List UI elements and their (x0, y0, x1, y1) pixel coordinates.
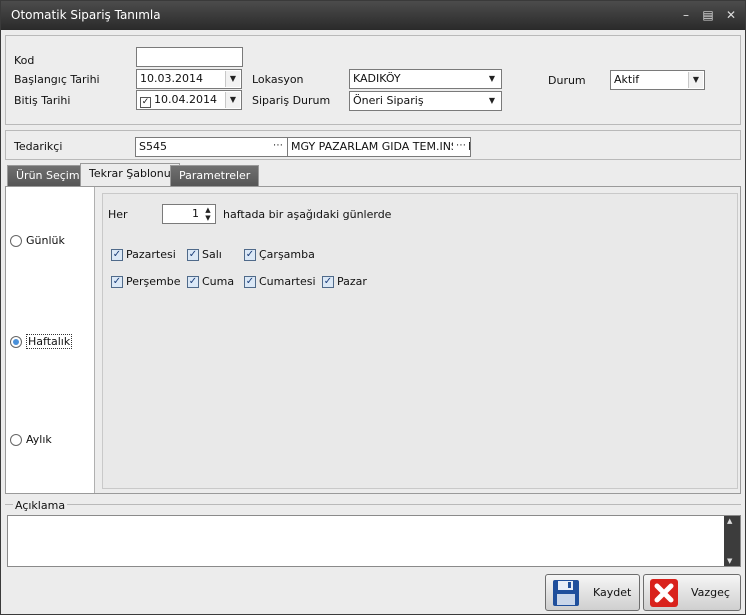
minimize-icon[interactable]: – (678, 7, 694, 23)
order-status-label: Sipariş Durum (252, 94, 331, 107)
status-value: Aktif (614, 73, 640, 86)
window-title: Otomatik Sipariş Tanımla (11, 8, 161, 22)
day-label: Pazar (337, 275, 367, 288)
start-date-value: 10.03.2014 (140, 72, 203, 85)
radio-daily[interactable]: Günlük (10, 234, 65, 247)
every-label: Her (108, 208, 128, 221)
radio-daily-label: Günlük (26, 234, 65, 247)
day-wednesday[interactable]: ✓ Çarşamba (244, 248, 315, 261)
checkbox-checked-icon[interactable]: ✓ (111, 275, 123, 288)
order-status-select[interactable]: Öneri Sipariş ▼ (349, 91, 502, 111)
chevron-down-icon[interactable]: ▼ (225, 71, 240, 87)
day-label: Cumartesi (259, 275, 316, 288)
day-friday[interactable]: ✓ Cuma (187, 275, 234, 288)
interval-spinner[interactable]: 1 ▲ ▼ (162, 204, 216, 224)
close-icon[interactable]: ✕ (723, 7, 739, 23)
radio-monthly[interactable]: Aylık (10, 433, 52, 446)
title-bar[interactable]: Otomatik Sipariş Tanımla – ▤ ✕ (1, 1, 745, 30)
tab-urun-secimi[interactable]: Ürün Seçimi (7, 165, 92, 186)
status-label: Durum (548, 74, 586, 87)
ellipsis-icon[interactable]: ⋯ (453, 139, 469, 155)
day-thursday[interactable]: ✓ Perşembe (111, 275, 181, 288)
weekly-settings: Her 1 ▲ ▼ haftada bir aşağıdaki günlerde … (102, 193, 738, 489)
location-select[interactable]: KADIKÖY ▼ (349, 69, 502, 89)
checkbox-checked-icon[interactable]: ✓ (322, 275, 334, 288)
location-label: Lokasyon (252, 73, 304, 86)
checkbox-checked-icon[interactable]: ✓ (244, 248, 256, 261)
chevron-down-icon[interactable]: ▼ (225, 92, 240, 108)
day-saturday[interactable]: ✓ Cumartesi (244, 275, 316, 288)
ellipsis-icon[interactable]: ⋯ (270, 139, 286, 155)
frequency-panel: Günlük Haftalık Aylık (6, 187, 95, 493)
supplier-label: Tedarikçi (14, 140, 63, 153)
day-label: Cuma (202, 275, 235, 288)
end-date-value: 10.04.2014 (154, 93, 217, 106)
radio-weekly[interactable]: Haftalık (10, 334, 73, 349)
day-label: Salı (202, 248, 222, 261)
start-date-input[interactable]: 10.03.2014 ▼ (136, 69, 242, 89)
radio-circle[interactable] (10, 433, 22, 446)
day-label: Pazartesi (126, 248, 176, 261)
kod-label: Kod (14, 54, 35, 67)
window: Otomatik Sipariş Tanımla – ▤ ✕ Kod Başla… (0, 0, 746, 615)
supplier-code-value: S545 (139, 140, 167, 153)
scrollbar[interactable]: ▲ ▼ (724, 516, 740, 566)
status-select[interactable]: Aktif ▼ (610, 70, 705, 90)
radio-monthly-label: Aylık (26, 433, 52, 446)
tab-content: Günlük Haftalık Aylık Her 1 ▲ ▼ haftada b… (5, 186, 741, 494)
description-textarea[interactable] (7, 515, 741, 567)
day-monday[interactable]: ✓ Pazartesi (111, 248, 176, 261)
red-x-icon (650, 578, 678, 607)
supplier-name-input[interactable]: MGY PAZARLAM GIDA TEM.INS.LT ⋯ (287, 137, 471, 157)
checkbox-checked-icon[interactable]: ✓ (111, 248, 123, 261)
header-panel: Kod Başlangıç Tarihi 10.03.2014 ▼ Bitiş … (5, 35, 741, 125)
end-date-input[interactable]: ✓ 10.04.2014 ▼ (136, 90, 242, 110)
radio-weekly-label: Haftalık (26, 334, 73, 349)
day-sunday[interactable]: ✓ Pazar (322, 275, 367, 288)
interval-value: 1 (192, 207, 199, 220)
end-date-label: Bitiş Tarihi (14, 94, 71, 107)
radio-circle[interactable] (10, 234, 22, 247)
supplier-name-value: MGY PAZARLAM GIDA TEM.INS.LT (291, 140, 471, 153)
day-tuesday[interactable]: ✓ Salı (187, 248, 222, 261)
scroll-down-icon[interactable]: ▼ (727, 557, 732, 565)
end-date-checkbox[interactable]: ✓ (140, 97, 151, 108)
interval-suffix: haftada bir aşağıdaki günlerde (223, 208, 392, 221)
day-label: Perşembe (126, 275, 181, 288)
kod-input[interactable] (136, 47, 243, 67)
supplier-panel: Tedarikçi S545 ⋯ MGY PAZARLAM GIDA TEM.I… (5, 130, 741, 160)
start-date-label: Başlangıç Tarihi (14, 73, 100, 86)
floppy-disk-icon (553, 579, 579, 606)
maximize-icon[interactable]: ▤ (700, 7, 716, 23)
description-label: Açıklama (13, 499, 68, 512)
chevron-down-icon[interactable]: ▼ (484, 93, 500, 109)
checkbox-checked-icon[interactable]: ✓ (244, 275, 256, 288)
tab-parametreler[interactable]: Parametreler (170, 165, 260, 186)
checkbox-checked-icon[interactable]: ✓ (187, 275, 199, 288)
cancel-button[interactable]: Vazgeç (643, 574, 741, 611)
order-status-value: Öneri Sipariş (353, 94, 424, 107)
supplier-code-input[interactable]: S545 ⋯ (135, 137, 288, 157)
checkbox-checked-icon[interactable]: ✓ (187, 248, 199, 261)
save-button[interactable]: Kaydet (545, 574, 640, 611)
chevron-down-icon[interactable]: ▼ (688, 72, 703, 88)
day-label: Çarşamba (259, 248, 315, 261)
scroll-up-icon[interactable]: ▲ (727, 517, 732, 525)
description-group: Açıklama ▲ ▼ (5, 499, 741, 568)
location-value: KADIKÖY (353, 72, 401, 85)
radio-circle-selected[interactable] (10, 335, 22, 348)
chevron-down-icon[interactable]: ▼ (484, 71, 500, 87)
save-label: Kaydet (593, 586, 632, 599)
spinner-arrows-icon[interactable]: ▲ ▼ (202, 206, 214, 222)
cancel-label: Vazgeç (691, 586, 730, 599)
tab-tekrar-sablonu[interactable]: Tekrar Şablonu (80, 163, 180, 187)
